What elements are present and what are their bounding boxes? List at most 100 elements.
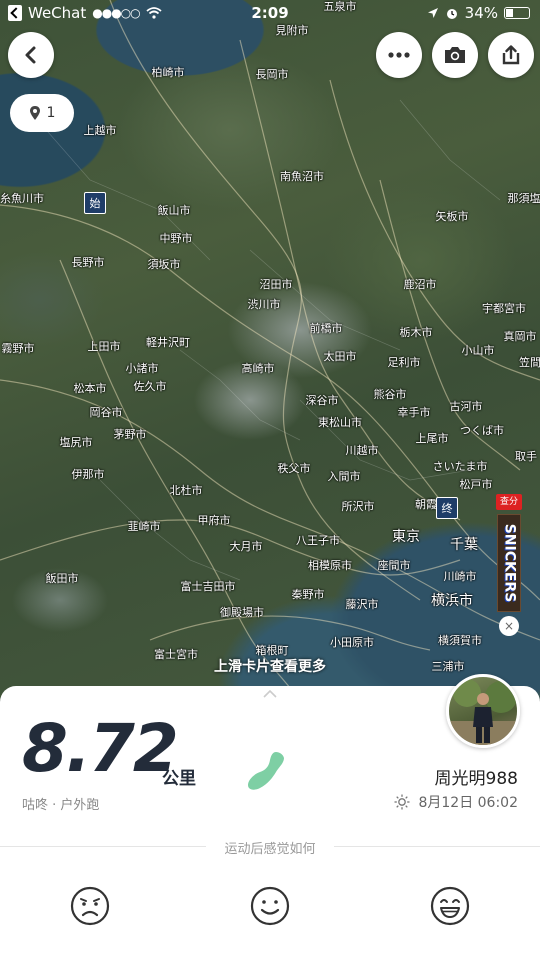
city-label: 甲府市 <box>197 514 231 527</box>
city-label: 朝霞 <box>415 498 437 511</box>
city-label: 軽井沢町 <box>146 336 190 349</box>
distance-unit: 公里 <box>162 769 196 789</box>
city-label: 藤沢市 <box>345 598 379 611</box>
app-screen: 五泉市 見附市 柏崎市 長岡市 上越市 糸魚川市 南魚沼市 矢板市 那須塩 飯山… <box>0 0 540 960</box>
more-dots-icon <box>388 52 410 58</box>
sad-face-icon[interactable] <box>70 886 110 926</box>
city-label: 松戸市 <box>459 478 493 491</box>
city-label: 川越市 <box>345 444 379 457</box>
city-label: 小諸市 <box>125 362 159 375</box>
sun-icon <box>394 794 410 810</box>
start-marker: 始 <box>84 192 106 214</box>
city-label: 鹿沼市 <box>403 278 437 291</box>
city-label: 深谷市 <box>305 394 339 407</box>
feeling-divider: 运动后感觉如何 <box>0 838 540 857</box>
city-label: 座間市 <box>377 559 411 572</box>
city-label: 長野市 <box>71 256 105 269</box>
city-label: 上越市 <box>83 124 117 137</box>
city-label: 所沢市 <box>341 500 375 513</box>
location-pin-icon <box>29 106 40 120</box>
city-label: 川崎市 <box>443 570 477 583</box>
username: 周光明988 <box>434 769 518 789</box>
city-label: 千葉 <box>450 537 478 553</box>
city-label: 秩父市 <box>277 462 311 475</box>
smile-face-icon[interactable] <box>250 886 290 926</box>
city-label: 松本市 <box>73 382 107 395</box>
alarm-icon <box>446 9 457 19</box>
battery-percent: 34% <box>464 4 498 22</box>
status-bar: WeChat ●●●○○ 2:09 34% <box>0 0 540 28</box>
map-view[interactable]: 五泉市 見附市 柏崎市 長岡市 上越市 糸魚川市 南魚沼市 矢板市 那須塩 飯山… <box>0 0 540 700</box>
shoe-icon <box>248 752 284 790</box>
feeling-prompt: 运动后感觉如何 <box>224 842 316 857</box>
city-label: 取手 <box>515 450 537 463</box>
user-avatar[interactable] <box>446 674 520 748</box>
battery-icon <box>504 7 530 19</box>
camera-button[interactable] <box>432 32 478 78</box>
slide-up-hint: 上滑卡片查看更多 <box>214 659 326 675</box>
city-label: 塩尻市 <box>59 436 93 449</box>
workout-datetime: 8月12日 06:02 <box>394 792 518 812</box>
city-label: 沼田市 <box>259 278 293 291</box>
city-label: 小田原市 <box>330 636 374 649</box>
ad-banner: SNICKERS <box>497 514 521 612</box>
city-label: 東京 <box>392 529 420 545</box>
city-label: 足利市 <box>387 356 421 369</box>
pin-count: 1 <box>46 105 56 121</box>
city-label: 笠間 <box>519 356 540 369</box>
workout-date: 8月12日 06:02 <box>418 795 518 811</box>
ad-close-button[interactable]: × <box>499 616 519 636</box>
city-label: 東松山市 <box>318 416 362 429</box>
city-label: 飯田市 <box>45 572 79 585</box>
city-label: 前橋市 <box>309 322 343 335</box>
city-label: つくば市 <box>460 424 504 437</box>
city-label: 長岡市 <box>255 68 289 81</box>
back-button[interactable] <box>8 32 54 78</box>
city-label: 宇都宮市 <box>482 302 526 315</box>
city-label: 茅野市 <box>113 428 147 441</box>
snickers-ad[interactable]: 查分 SNICKERS <box>496 494 522 618</box>
share-button[interactable] <box>488 32 534 78</box>
city-label: 南魚沼市 <box>280 170 324 183</box>
sport-type: 咕咚 · 户外跑 <box>22 798 100 813</box>
city-label: 小山市 <box>461 344 495 357</box>
city-label: 相模原市 <box>308 559 352 572</box>
city-label: 真岡市 <box>503 330 537 343</box>
city-label: 上田市 <box>87 340 121 353</box>
city-label: 渋川市 <box>247 298 281 311</box>
ad-tag: 查分 <box>496 494 522 510</box>
ad-brand: SNICKERS <box>501 523 517 603</box>
city-label: 秦野市 <box>291 588 325 601</box>
city-label: 横須賀市 <box>438 634 482 647</box>
city-label: 八王子市 <box>296 534 340 547</box>
city-label: 那須塩 <box>507 192 540 205</box>
end-marker: 终 <box>436 497 458 519</box>
city-label: 飯山市 <box>157 204 191 217</box>
camera-icon <box>445 47 465 63</box>
photo-pin-count[interactable]: 1 <box>10 94 74 132</box>
more-button[interactable] <box>376 32 422 78</box>
city-label: 古河市 <box>449 400 483 413</box>
workout-card[interactable]: 8.72 公里 咕咚 · 户外跑 周光明988 8月12日 06:02 运动后感… <box>0 674 540 960</box>
city-label: 富士吉田市 <box>180 580 236 593</box>
share-icon <box>502 45 520 65</box>
city-label: さいたま市 <box>432 460 488 473</box>
city-label: 柏崎市 <box>151 66 185 79</box>
city-label: 上尾市 <box>415 432 449 445</box>
city-label: 佐久市 <box>133 380 167 393</box>
city-label: 矢板市 <box>435 210 469 223</box>
location-arrow-icon <box>427 8 438 18</box>
city-label: 横浜市 <box>431 593 473 609</box>
city-label: 中野市 <box>159 232 193 245</box>
city-label: 霧野市 <box>1 342 35 355</box>
distance-value: 8.72 <box>22 710 179 787</box>
laugh-face-icon[interactable] <box>430 886 470 926</box>
city-label: 御殿場市 <box>220 606 264 619</box>
chevron-left-icon <box>25 46 36 64</box>
city-label: 韮崎市 <box>127 520 161 533</box>
city-label: 須坂市 <box>147 258 181 271</box>
city-label: 伊那市 <box>71 468 105 481</box>
city-label: 糸魚川市 <box>0 192 44 205</box>
city-label: 太田市 <box>323 350 357 363</box>
city-label: 熊谷市 <box>373 388 407 401</box>
